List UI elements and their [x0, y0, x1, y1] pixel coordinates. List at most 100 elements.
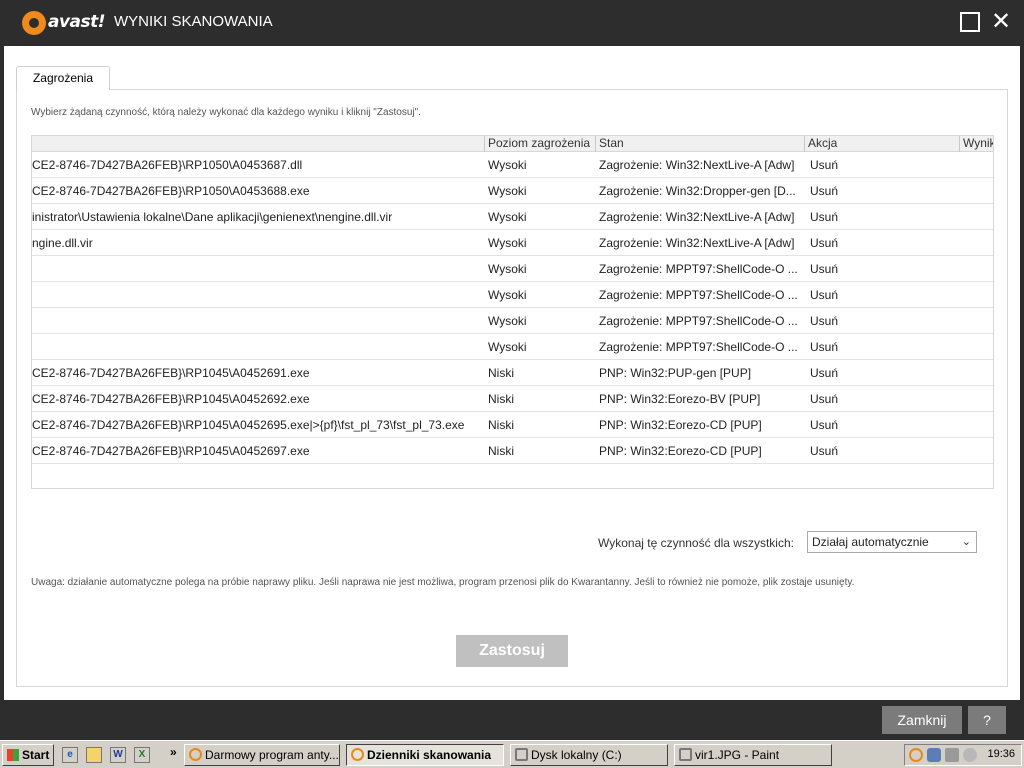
auto-action-note: Uwaga: działanie automatyczne polega na … [31, 577, 855, 588]
taskbar-item-browser[interactable]: Darmowy program anty... [184, 744, 340, 766]
bulk-action-selected-value: Działaj automatycznie [812, 535, 929, 549]
action-cell[interactable]: Usuń [810, 314, 960, 328]
bulk-action-label: Wykonaj tę czynność dla wszystkich: [598, 536, 794, 550]
tab-threats[interactable]: Zagrożenia [16, 66, 110, 90]
action-cell[interactable]: Usuń [810, 158, 960, 172]
threat-level-cell: Wysoki [488, 236, 527, 250]
avast-logo: avast! [22, 8, 106, 38]
state-cell: PNP: Win32:Eorezo-CD [PUP] [599, 444, 762, 458]
column-header-action[interactable]: Akcja [804, 136, 959, 152]
instructions-text: Wybierz żądaną czynność, którą należy wy… [31, 107, 421, 118]
paint-icon [679, 748, 692, 761]
table-row[interactable]: CE2-8746-7D427BA26FEB}\RP1045\A0452697.e… [32, 438, 993, 464]
table-row[interactable]: ngine.dll.vir Wysoki Zagrożenie: Win32:Nex… [32, 230, 993, 256]
close-button[interactable]: Zamknij [882, 706, 962, 734]
action-cell[interactable]: Usuń [810, 366, 960, 380]
file-path-cell: inistrator\Ustawienia lokalne\Dane aplik… [32, 210, 393, 224]
action-cell[interactable]: Usuń [810, 262, 960, 276]
window-title: WYNIKI SKANOWANIA [114, 13, 273, 30]
bulk-action-select[interactable]: Działaj automatycznie ⌄ [807, 531, 977, 553]
table-header: Poziom zagrożenia Stan Akcja Wynik [32, 136, 993, 152]
maximize-button[interactable] [960, 12, 980, 32]
taskbar-item-label: Dzienniki skanowania [367, 748, 492, 762]
start-button[interactable]: Start [2, 744, 54, 766]
apply-button[interactable]: Zastosuj [456, 635, 568, 667]
taskbar-item-local-disk[interactable]: Dysk lokalny (C:) [510, 744, 668, 766]
state-cell: Zagrożenie: MPPT97:ShellCode-O ... [599, 288, 798, 302]
volume-tray-icon[interactable] [963, 748, 977, 762]
drive-icon [515, 748, 528, 761]
internet-explorer-icon[interactable]: e [62, 747, 78, 763]
avast-browser-icon [189, 748, 202, 761]
excel-icon[interactable]: X [134, 747, 150, 763]
column-header-result[interactable]: Wynik [959, 136, 993, 152]
table-row[interactable]: inistrator\Ustawienia lokalne\Dane aplik… [32, 204, 993, 230]
title-bar: avast! WYNIKI SKANOWANIA ✕ [0, 0, 1024, 44]
state-cell: Zagrożenie: Win32:NextLive-A [Adw] [599, 236, 795, 250]
table-row[interactable]: Wysoki Zagrożenie: MPPT97:ShellCode-O ...… [32, 256, 993, 282]
file-path-cell: CE2-8746-7D427BA26FEB}\RP1045\A0452691.e… [32, 366, 310, 380]
file-path-cell: CE2-8746-7D427BA26FEB}\RP1045\A0452695.e… [32, 418, 465, 432]
action-cell[interactable]: Usuń [810, 418, 960, 432]
threats-panel: Wybierz żądaną czynność, którą należy wy… [16, 89, 1008, 687]
file-path-cell: CE2-8746-7D427BA26FEB}\RP1045\A0452692.e… [32, 392, 310, 406]
state-cell: Zagrożenie: Win32:NextLive-A [Adw] [599, 210, 795, 224]
taskbar-item-label: Dysk lokalny (C:) [531, 748, 622, 762]
state-cell: PNP: Win32:Eorezo-BV [PUP] [599, 392, 761, 406]
column-header-state[interactable]: Stan [595, 136, 804, 152]
table-row[interactable]: Wysoki Zagrożenie: MPPT97:ShellCode-O ...… [32, 308, 993, 334]
action-cell[interactable]: Usuń [810, 184, 960, 198]
avast-tray-icon[interactable] [909, 748, 923, 762]
results-table: Poziom zagrożenia Stan Akcja Wynik CE2-8… [31, 135, 994, 489]
table-row[interactable]: Wysoki Zagrożenie: MPPT97:ShellCode-O ...… [32, 282, 993, 308]
file-path-cell: CE2-8746-7D427BA26FEB}\RP1045\A0452697.e… [32, 444, 310, 458]
table-row[interactable]: CE2-8746-7D427BA26FEB}\RP1045\A0452695.e… [32, 412, 993, 438]
clock: 19:36 [987, 748, 1015, 760]
state-cell: Zagrożenie: Win32:Dropper-gen [D... [599, 184, 796, 198]
state-cell: Zagrożenie: MPPT97:ShellCode-O ... [599, 262, 798, 276]
taskbar-item-scan-logs[interactable]: Dzienniki skanowania [346, 744, 504, 766]
table-row[interactable]: Wysoki Zagrożenie: MPPT97:ShellCode-O ...… [32, 334, 993, 360]
action-cell[interactable]: Usuń [810, 392, 960, 406]
threat-level-cell: Niski [488, 418, 514, 432]
avast-logo-icon [22, 11, 46, 35]
threat-level-cell: Niski [488, 392, 514, 406]
state-cell: Zagrożenie: MPPT97:ShellCode-O ... [599, 314, 798, 328]
taskbar-item-label: vir1.JPG - Paint [695, 748, 780, 762]
folder-icon[interactable] [86, 747, 102, 763]
table-row[interactable]: CE2-8746-7D427BA26FEB}\RP1050\A0453688.e… [32, 178, 993, 204]
start-label: Start [22, 748, 50, 762]
file-path-cell: ngine.dll.vir [32, 236, 93, 250]
action-cell[interactable]: Usuń [810, 288, 960, 302]
threat-level-cell: Wysoki [488, 262, 527, 276]
threat-level-cell: Wysoki [488, 288, 527, 302]
threat-level-cell: Niski [488, 444, 514, 458]
avast-logo-text: avast! [48, 12, 106, 32]
action-cell[interactable]: Usuń [810, 340, 960, 354]
network-tray-icon[interactable] [945, 748, 959, 762]
threat-level-cell: Niski [488, 366, 514, 380]
action-cell[interactable]: Usuń [810, 210, 960, 224]
file-path-cell: CE2-8746-7D427BA26FEB}\RP1050\A0453688.e… [32, 184, 310, 198]
table-row[interactable]: CE2-8746-7D427BA26FEB}\RP1045\A0452692.e… [32, 386, 993, 412]
threat-level-cell: Wysoki [488, 210, 527, 224]
column-header-threat-level[interactable]: Poziom zagrożenia [484, 136, 595, 152]
content-area: Zagrożenia Wybierz żądaną czynność, któr… [4, 46, 1020, 700]
table-row[interactable]: CE2-8746-7D427BA26FEB}\RP1050\A0453687.d… [32, 152, 993, 178]
chevron-down-icon: ⌄ [961, 536, 971, 548]
action-cell[interactable]: Usuń [810, 444, 960, 458]
threat-level-cell: Wysoki [488, 340, 527, 354]
table-row[interactable]: CE2-8746-7D427BA26FEB}\RP1045\A0452691.e… [32, 360, 993, 386]
users-tray-icon[interactable] [927, 748, 941, 762]
taskbar-item-paint[interactable]: vir1.JPG - Paint [674, 744, 832, 766]
threat-level-cell: Wysoki [488, 314, 527, 328]
word-icon[interactable]: W [110, 747, 126, 763]
file-path-cell: CE2-8746-7D427BA26FEB}\RP1050\A0453687.d… [32, 158, 303, 172]
quicklaunch-more-icon[interactable]: » [170, 745, 177, 759]
help-button[interactable]: ? [968, 706, 1006, 734]
threat-level-cell: Wysoki [488, 158, 527, 172]
close-window-button[interactable]: ✕ [990, 9, 1012, 33]
action-cell[interactable]: Usuń [810, 236, 960, 250]
threat-level-cell: Wysoki [488, 184, 527, 198]
windows-flag-icon [7, 749, 19, 761]
